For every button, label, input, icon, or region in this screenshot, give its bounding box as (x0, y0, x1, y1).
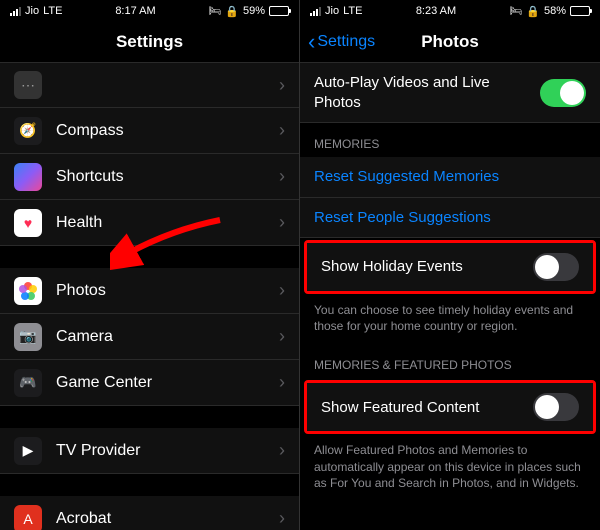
shortcuts-icon (14, 163, 42, 191)
chevron-right-icon: › (279, 120, 285, 141)
clock-label: 8:17 AM (115, 5, 155, 17)
nav-bar: Settings (0, 22, 299, 62)
settings-row-gamecenter[interactable]: 🎮 Game Center › (0, 360, 299, 406)
featured-label: Show Featured Content (321, 398, 533, 418)
reset-people-suggestions-button[interactable]: Reset People Suggestions (300, 198, 600, 239)
battery-percent: 59% (243, 5, 265, 17)
compass-icon: 🧭 (14, 117, 42, 145)
battery-percent: 58% (544, 5, 566, 17)
nav-bar: ‹ Settings Photos (300, 22, 600, 62)
row-label: Compass (56, 122, 279, 140)
row-label: TV Provider (56, 442, 279, 460)
carrier-label: Jio (25, 5, 39, 17)
settings-root-panel: Jio LTE 8:17 AM 🛏 🔒 59% Settings ⋯ › 🧭 C… (0, 0, 300, 530)
section-separator (0, 406, 299, 428)
status-bar: Jio LTE 8:23 AM 🛏 🔒 58% (300, 0, 600, 22)
row-label: Photos (56, 282, 279, 300)
autoplay-row: Auto-Play Videos and Live Photos (300, 62, 600, 123)
network-label: LTE (343, 5, 362, 17)
row-label: Game Center (56, 374, 279, 392)
chevron-right-icon: › (279, 166, 285, 187)
bed-icon: 🛏 (510, 6, 523, 17)
bed-icon: 🛏 (209, 6, 222, 17)
page-title: Settings (116, 32, 183, 52)
gamecenter-icon: 🎮 (14, 369, 42, 397)
back-button[interactable]: ‹ Settings (308, 31, 375, 53)
settings-row-shortcuts[interactable]: Shortcuts › (0, 154, 299, 200)
annotation-highlight: Show Holiday Events (304, 240, 596, 294)
row-label: Health (56, 214, 279, 232)
network-label: LTE (43, 5, 62, 17)
battery-icon (570, 6, 590, 16)
settings-row-photos[interactable]: Photos › (0, 268, 299, 314)
settings-row-camera[interactable]: 📷 Camera › (0, 314, 299, 360)
section-separator (0, 474, 299, 496)
autoplay-label: Auto-Play Videos and Live Photos (314, 73, 540, 112)
row-label: Acrobat (56, 510, 279, 528)
link-label: Reset People Suggestions (314, 208, 586, 228)
signal-icon (310, 7, 321, 16)
status-bar: Jio LTE 8:17 AM 🛏 🔒 59% (0, 0, 299, 22)
memories-header: MEMORIES (300, 123, 600, 157)
orientation-lock-icon: 🔒 (526, 5, 540, 18)
holiday-toggle[interactable] (533, 253, 579, 281)
holiday-label: Show Holiday Events (321, 257, 533, 277)
featured-header: MEMORIES & FEATURED PHOTOS (300, 344, 600, 378)
page-title: Photos (421, 32, 479, 52)
row-label: Shortcuts (56, 168, 279, 186)
chevron-right-icon: › (279, 212, 285, 233)
settings-row-unknown[interactable]: ⋯ › (0, 62, 299, 108)
chevron-right-icon: › (279, 326, 285, 347)
featured-footer: Allow Featured Photos and Memories to au… (300, 436, 600, 501)
chevron-right-icon: › (279, 75, 285, 96)
settings-list[interactable]: ⋯ › 🧭 Compass › Shortcuts › ♥ Health › P… (0, 62, 299, 530)
health-icon: ♥ (14, 209, 42, 237)
reset-suggested-memories-button[interactable]: Reset Suggested Memories (300, 157, 600, 198)
show-holiday-events-row: Show Holiday Events (307, 243, 593, 291)
annotation-highlight: Show Featured Content (304, 380, 596, 434)
orientation-lock-icon: 🔒 (225, 5, 239, 18)
carrier-label: Jio (325, 5, 339, 17)
photos-settings-panel: Jio LTE 8:23 AM 🛏 🔒 58% ‹ Settings Photo… (300, 0, 600, 530)
chevron-left-icon: ‹ (308, 31, 315, 53)
settings-row-compass[interactable]: 🧭 Compass › (0, 108, 299, 154)
link-label: Reset Suggested Memories (314, 167, 586, 187)
photos-icon (14, 277, 42, 305)
signal-icon (10, 7, 21, 16)
show-featured-content-row: Show Featured Content (307, 383, 593, 431)
chevron-right-icon: › (279, 372, 285, 393)
featured-toggle[interactable] (533, 393, 579, 421)
camera-icon: 📷 (14, 323, 42, 351)
back-label: Settings (317, 33, 375, 51)
acrobat-icon: A (14, 505, 42, 530)
battery-icon (269, 6, 289, 16)
tvprovider-icon: ▶ (14, 437, 42, 465)
chevron-right-icon: › (279, 440, 285, 461)
chevron-right-icon: › (279, 280, 285, 301)
unknown-icon: ⋯ (14, 71, 42, 99)
section-separator (0, 246, 299, 268)
settings-row-acrobat[interactable]: A Acrobat › (0, 496, 299, 530)
holiday-footer: You can choose to see timely holiday eve… (300, 296, 600, 344)
row-label: Camera (56, 328, 279, 346)
clock-label: 8:23 AM (416, 5, 456, 17)
settings-row-health[interactable]: ♥ Health › (0, 200, 299, 246)
chevron-right-icon: › (279, 508, 285, 529)
settings-row-tvprovider[interactable]: ▶ TV Provider › (0, 428, 299, 474)
autoplay-toggle[interactable] (540, 79, 586, 107)
